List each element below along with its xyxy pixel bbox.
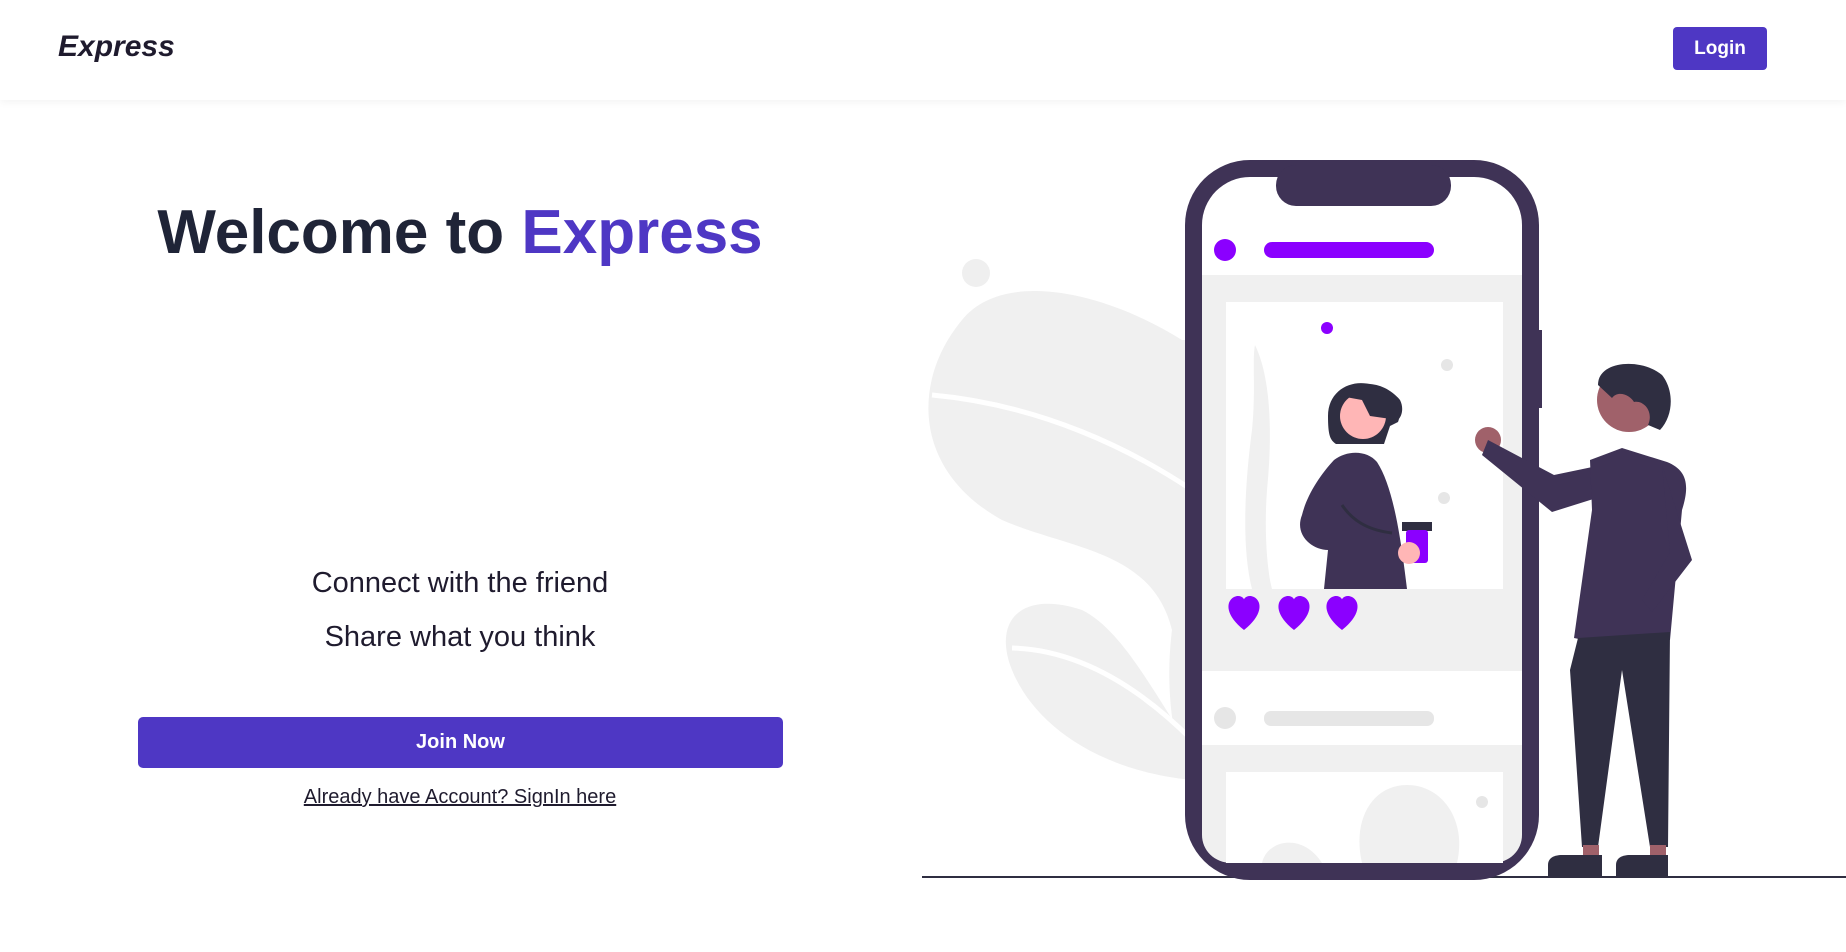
phone (1185, 160, 1542, 880)
heart-icons (1228, 595, 1358, 630)
hero-title-prefix: Welcome to (157, 198, 505, 267)
background-leaves (928, 259, 1194, 790)
navbar: Express Login (0, 0, 1846, 100)
post-avatar-dot (1214, 239, 1236, 261)
join-now-button[interactable]: Join Now (138, 717, 783, 768)
tagline-connect: Connect with the friend (311, 567, 609, 599)
login-button[interactable]: Login (1673, 27, 1767, 70)
signin-link[interactable]: Already have Account? SignIn here (0, 786, 920, 809)
post-header-bar (1264, 242, 1434, 258)
phone-social-feed-illustration (922, 160, 1846, 880)
tagline-share: Share what you think (324, 621, 596, 653)
brand-logo[interactable]: Express (58, 30, 175, 64)
hero-title-accent: Express (521, 198, 763, 267)
hero-title: Welcome to Express (0, 196, 920, 270)
